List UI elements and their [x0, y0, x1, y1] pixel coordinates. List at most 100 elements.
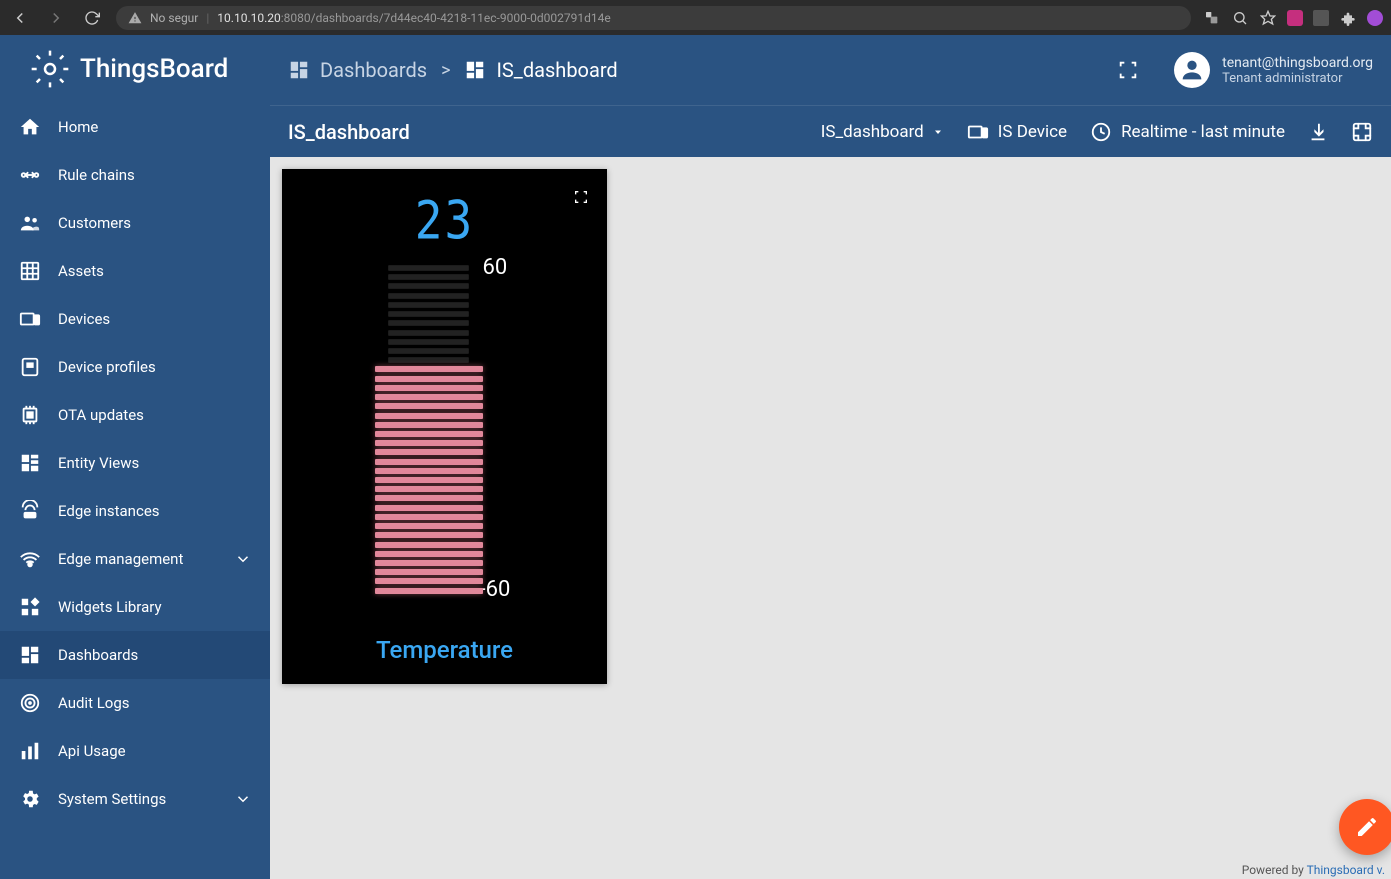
assets-icon	[18, 259, 42, 283]
audit-logs-icon	[18, 691, 42, 715]
sidebar-item-label: System Settings	[58, 790, 166, 808]
edge-instances-icon	[18, 499, 42, 523]
sidebar-item-label: Customers	[58, 214, 131, 232]
user-role: Tenant administrator	[1222, 71, 1373, 86]
entity-views-icon	[18, 451, 42, 475]
rule-chains-icon	[18, 163, 42, 187]
sidebar-item-label: Assets	[58, 262, 104, 280]
expand-icon	[1351, 121, 1373, 143]
caret-down-icon	[932, 126, 944, 138]
ext-icon-1[interactable]	[1287, 10, 1303, 26]
sidebar-item-label: Widgets Library	[58, 598, 162, 616]
sidebar-item-device-profiles[interactable]: Device profiles	[0, 343, 270, 391]
widget-title: Temperature	[376, 622, 513, 684]
edge-management-icon	[18, 547, 42, 571]
sidebar-item-devices[interactable]: Devices	[0, 295, 270, 343]
sidebar-item-label: Devices	[58, 310, 110, 328]
sidebar-item-label: Entity Views	[58, 454, 139, 472]
sidebar-item-rule-chains[interactable]: Rule chains	[0, 151, 270, 199]
extensions-icon[interactable]	[1339, 9, 1357, 27]
customers-icon	[18, 211, 42, 235]
sidebar: ThingsBoard Home Rule chains Customers A…	[0, 35, 270, 879]
sidebar-item-system-settings[interactable]: System Settings	[0, 775, 270, 823]
entity-label: IS Device	[998, 122, 1067, 142]
dashboard-canvas: 23 60 -60 Temperature Powered by Thingsb…	[270, 157, 1391, 879]
home-icon	[18, 115, 42, 139]
devices-icon	[966, 120, 990, 144]
sidebar-item-home[interactable]: Home	[0, 103, 270, 151]
temperature-widget: 23 60 -60 Temperature	[282, 169, 607, 684]
avatar	[1174, 52, 1210, 88]
header: Dashboards > IS_dashboard tenant@thingsb…	[270, 35, 1391, 105]
expand-button[interactable]	[1351, 121, 1373, 143]
state-label: IS_dashboard	[821, 122, 924, 142]
api-usage-icon	[18, 739, 42, 763]
state-dropdown[interactable]: IS_dashboard	[821, 122, 944, 142]
sidebar-item-assets[interactable]: Assets	[0, 247, 270, 295]
gauge-scale-min: -60	[480, 577, 511, 602]
clock-icon	[1089, 120, 1113, 144]
browser-chrome: No segur | 10.10.10.20:8080/dashboards/7…	[0, 0, 1391, 35]
timewindow-selector[interactable]: Realtime - last minute	[1089, 120, 1285, 144]
gear-icon	[18, 787, 42, 811]
user-menu[interactable]: tenant@thingsboard.org Tenant administra…	[1174, 52, 1373, 88]
zoom-icon[interactable]	[1231, 9, 1249, 27]
dashboard-icon	[288, 59, 310, 81]
chevron-down-icon	[234, 550, 252, 568]
sidebar-item-label: Edge management	[58, 550, 183, 568]
url-host: 10.10.10.20	[217, 11, 280, 25]
chevron-down-icon	[234, 790, 252, 808]
footer-prefix: Powered by	[1242, 863, 1307, 877]
breadcrumb-separator: >	[441, 60, 450, 81]
gauge-value: 23	[415, 189, 474, 251]
sidebar-item-api-usage[interactable]: Api Usage	[0, 727, 270, 775]
sidebar-item-label: Edge instances	[58, 502, 160, 520]
browser-reload-button[interactable]	[80, 6, 104, 30]
sidebar-item-widgets-library[interactable]: Widgets Library	[0, 583, 270, 631]
browser-forward-button[interactable]	[44, 6, 68, 30]
ext-icon-2[interactable]	[1313, 10, 1329, 26]
breadcrumb-current[interactable]: IS_dashboard	[464, 58, 617, 82]
browser-url-bar[interactable]: No segur | 10.10.10.20:8080/dashboards/7…	[116, 6, 1191, 30]
devices-icon	[18, 307, 42, 331]
user-email: tenant@thingsboard.org	[1222, 55, 1373, 71]
dashboard-icon	[464, 59, 486, 81]
sidebar-item-edge-management[interactable]: Edge management	[0, 535, 270, 583]
ota-icon	[18, 403, 42, 427]
sidebar-item-label: Audit Logs	[58, 694, 130, 712]
sidebar-item-edge-instances[interactable]: Edge instances	[0, 487, 270, 535]
dashboard-toolbar: IS_dashboard IS_dashboard IS Device Real…	[270, 105, 1391, 157]
insecure-label: No segur	[150, 11, 198, 25]
edit-fab[interactable]	[1339, 799, 1391, 855]
entity-selector[interactable]: IS Device	[966, 120, 1067, 144]
sidebar-item-customers[interactable]: Customers	[0, 199, 270, 247]
sidebar-item-entity-views[interactable]: Entity Views	[0, 439, 270, 487]
dashboard-icon	[18, 643, 42, 667]
browser-back-button[interactable]	[8, 6, 32, 30]
dashboard-title: IS_dashboard	[288, 120, 410, 144]
sidebar-item-dashboards[interactable]: Dashboards	[0, 631, 270, 679]
sidebar-item-audit-logs[interactable]: Audit Logs	[0, 679, 270, 727]
url-path: :8080/dashboards/7d44ec40-4218-11ec-9000…	[281, 11, 611, 25]
export-button[interactable]	[1307, 121, 1329, 143]
sidebar-item-label: Dashboards	[58, 646, 138, 664]
breadcrumb-current-label: IS_dashboard	[496, 58, 617, 82]
warning-icon	[128, 11, 142, 25]
footer-link[interactable]: Thingsboard v.	[1307, 863, 1385, 877]
logo-icon	[30, 49, 70, 89]
widget-fullscreen-button[interactable]	[573, 189, 589, 205]
device-profiles-icon	[18, 355, 42, 379]
breadcrumb-root[interactable]: Dashboards	[288, 58, 427, 82]
gauge-scale-max: 60	[483, 255, 508, 280]
profile-icon[interactable]	[1367, 10, 1383, 26]
footer: Powered by Thingsboard v.	[1242, 863, 1385, 877]
sidebar-item-label: Api Usage	[58, 742, 126, 760]
brand-logo[interactable]: ThingsBoard	[0, 35, 270, 103]
pencil-icon	[1355, 815, 1379, 839]
fullscreen-button[interactable]	[1114, 56, 1142, 84]
star-icon[interactable]	[1259, 9, 1277, 27]
translate-icon[interactable]	[1203, 9, 1221, 27]
sidebar-item-label: OTA updates	[58, 406, 144, 424]
sidebar-item-ota-updates[interactable]: OTA updates	[0, 391, 270, 439]
sidebar-item-label: Home	[58, 118, 98, 136]
